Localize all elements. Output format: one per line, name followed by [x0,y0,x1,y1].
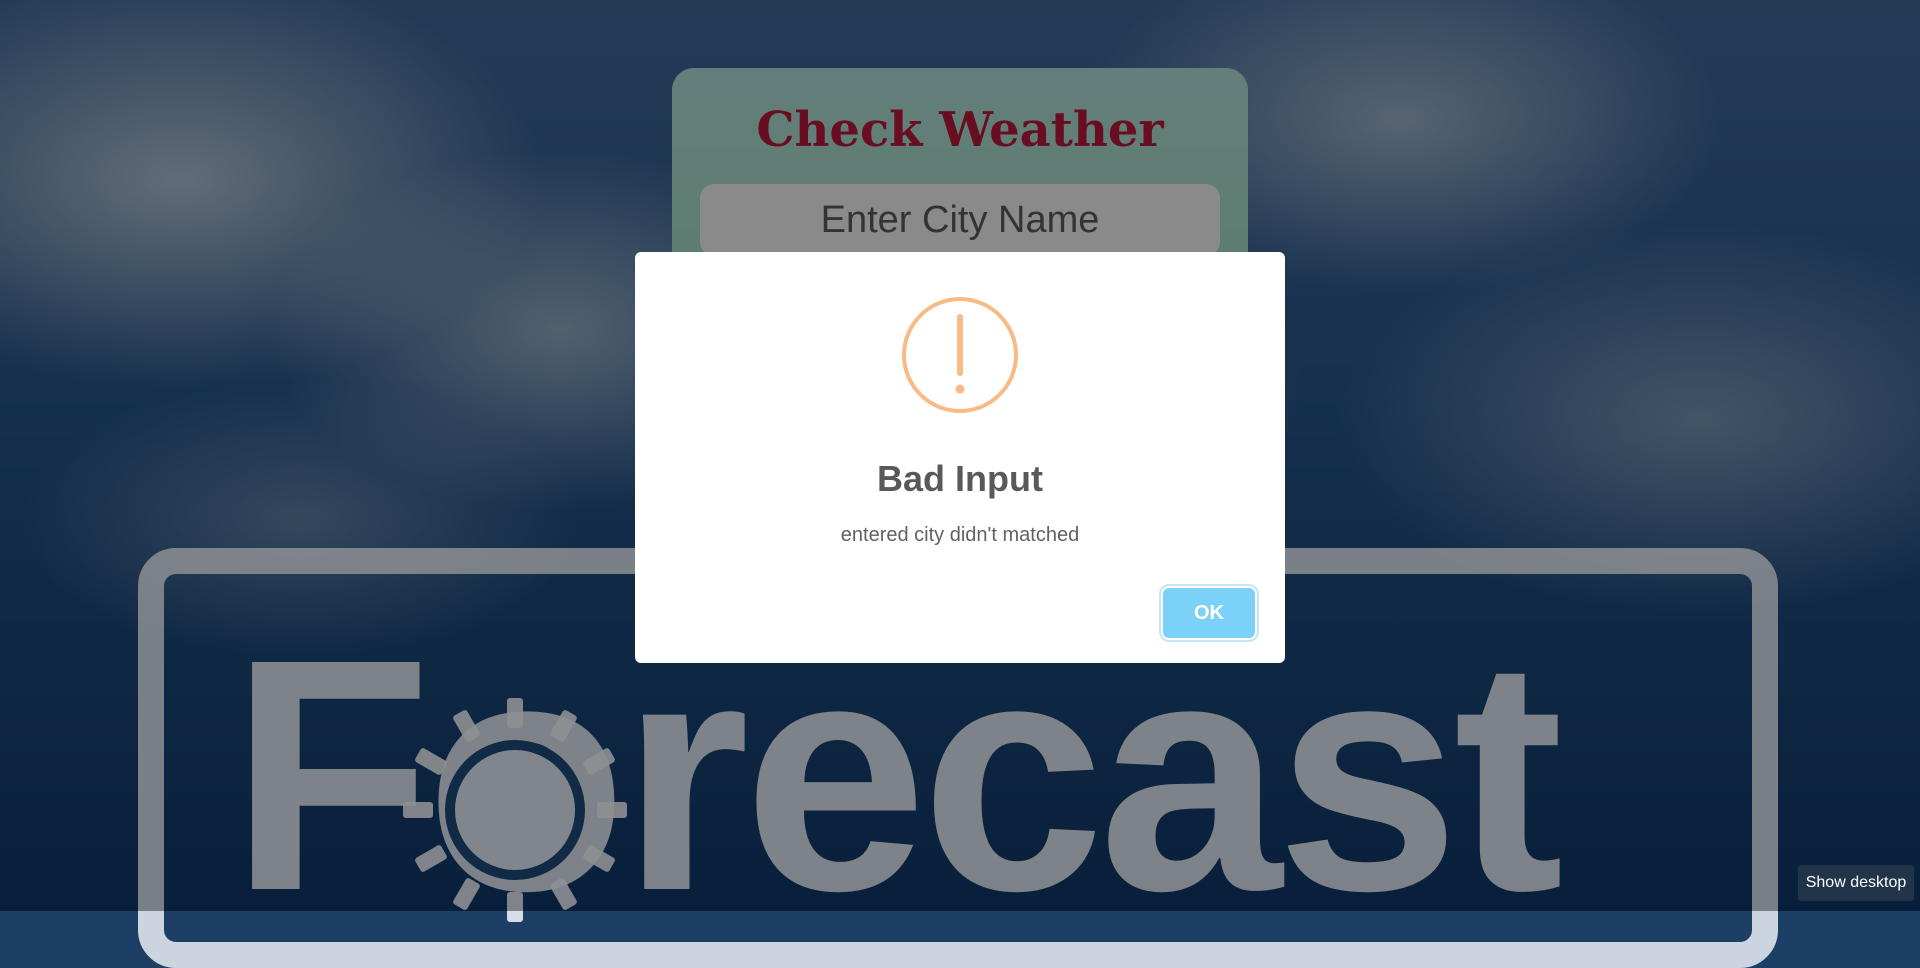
ok-button[interactable]: OK [1163,588,1255,638]
show-desktop-tooltip: Show desktop [1798,865,1914,901]
alert-title: Bad Input [877,458,1043,499]
alert-dialog: Bad Input entered city didn't matched OK [635,252,1285,663]
alert-message: entered city didn't matched [840,524,1080,546]
warning-icon [902,297,1018,413]
